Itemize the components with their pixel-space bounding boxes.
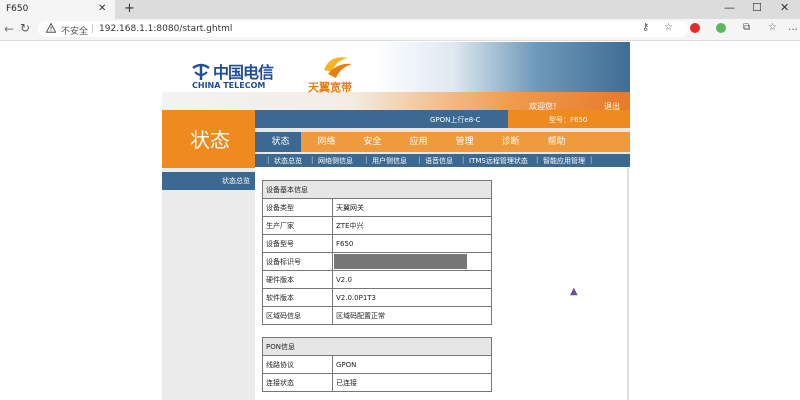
url-text[interactable]: 192.168.1.1:8080/start.ghtml — [99, 24, 232, 34]
model-line: GPON上行e8-C — [430, 116, 481, 124]
new-tab-icon[interactable]: + — [124, 1, 135, 16]
table-row: 软件版本 V2.0.0P1T3 — [262, 288, 492, 307]
row-value: 区域码配置正常 — [332, 306, 492, 325]
menu-tab-network[interactable]: 网络 — [301, 132, 352, 152]
table-row: 连接状态 已连接 — [262, 373, 492, 392]
submenu-separator: | — [536, 156, 539, 164]
maximize-icon[interactable]: ☐ — [752, 1, 762, 14]
submenu-separator: | — [590, 156, 593, 164]
menu-tail — [580, 132, 630, 152]
submenu-separator: | — [365, 156, 368, 164]
key-icon[interactable]: ⚷ — [642, 22, 649, 33]
address-separator: | — [91, 24, 95, 34]
warning-icon[interactable] — [46, 23, 56, 33]
row-value: 已连接 — [332, 373, 492, 392]
left-nav — [162, 168, 255, 400]
row-key: 软件版本 — [262, 288, 333, 307]
collections-icon[interactable]: ⧉ — [743, 22, 750, 33]
extension-green-icon[interactable] — [716, 23, 726, 33]
row-key: 硬件版本 — [262, 270, 333, 289]
table-row: 设备型号 F650 — [262, 234, 492, 253]
row-key: 设备型号 — [262, 234, 333, 253]
row-value: ZTE中兴 — [332, 216, 492, 235]
redacted-block — [334, 254, 467, 269]
submenu-user-info[interactable]: 用户侧信息 — [372, 156, 407, 166]
table-heading: 设备基本信息 — [262, 180, 492, 199]
left-nav-label: 状态总览 — [222, 177, 250, 185]
more-menu-icon[interactable]: … — [788, 22, 798, 33]
tianyi-logo-text: 天翼宽带 — [308, 81, 352, 94]
table-row: 设备类型 天翼网关 — [262, 198, 492, 217]
table-heading: PON信息 — [262, 337, 492, 356]
row-value: F650 — [332, 234, 492, 253]
row-key: 连接状态 — [262, 373, 333, 392]
device-info-table: 设备基本信息 设备类型 天翼网关 生产厂家 ZTE中兴 设备型号 F650 设备标识号… — [262, 180, 492, 325]
row-value-redacted — [332, 252, 492, 271]
window-close-icon[interactable]: ✕ — [780, 1, 789, 14]
minimize-icon[interactable]: — — [724, 1, 735, 14]
china-telecom-logo-text: 中国电信 — [213, 63, 274, 82]
submenu-separator: | — [311, 156, 314, 164]
row-value: 天翼网关 — [332, 198, 492, 217]
menu-tab-security[interactable]: 安全 — [347, 132, 398, 152]
browser-tab-bar — [0, 0, 800, 19]
row-key: 设备类型 — [262, 198, 333, 217]
row-value: V2.0.0P1T3 — [332, 288, 492, 307]
tab-close-icon[interactable]: ✕ — [98, 3, 106, 14]
row-key: 生产厂家 — [262, 216, 333, 235]
submenu-separator: | — [418, 156, 421, 164]
pon-info-table: PON信息 线路协议 GPON 连接状态 已连接 — [262, 337, 492, 392]
table-row: 生产厂家 ZTE中兴 — [262, 216, 492, 235]
favorites-icon[interactable]: ☆ — [768, 22, 777, 33]
china-telecom-logo-en: CHINA TELECOM — [192, 81, 266, 90]
submenu-separator: | — [267, 156, 270, 164]
mouse-cursor-icon: ▲ — [570, 286, 578, 297]
reload-icon[interactable]: ↻ — [20, 21, 30, 35]
page-title: 状态 — [190, 128, 230, 152]
submenu-status-overview[interactable]: 状态总览 — [274, 156, 302, 166]
submenu-voice-info[interactable]: 语音信息 — [425, 156, 453, 166]
submenu-smart-app[interactable]: 智能应用管理 — [543, 156, 585, 166]
submenu-itms-status[interactable]: ITMS远程管理状态 — [469, 156, 528, 166]
submenu-network-info[interactable]: 网络侧信息 — [318, 156, 353, 166]
insecure-label[interactable]: 不安全 — [61, 24, 88, 37]
menu-tab-application[interactable]: 应用 — [393, 132, 444, 152]
table-row: 线路协议 GPON — [262, 355, 492, 374]
favorite-star-icon[interactable]: ☆ — [664, 22, 673, 33]
model-number: 型号：F650 — [549, 116, 588, 124]
row-key: 设备标识号 — [262, 252, 333, 271]
china-telecom-logo-icon — [192, 63, 210, 80]
submenu-separator: | — [462, 156, 465, 164]
row-key: 线路协议 — [262, 355, 333, 374]
back-icon[interactable]: ← — [4, 22, 14, 36]
menu-tab-diagnosis[interactable]: 诊断 — [485, 132, 536, 152]
table-row: 硬件版本 V2.0 — [262, 270, 492, 289]
row-value: V2.0 — [332, 270, 492, 289]
menu-tab-management[interactable]: 管理 — [439, 132, 490, 152]
extension-red-icon[interactable] — [690, 23, 700, 33]
menu-tab-status[interactable]: 状态 — [255, 132, 306, 152]
table-row: 区域码信息 区域码配置正常 — [262, 306, 492, 325]
row-value: GPON — [332, 355, 492, 374]
menu-tab-help[interactable]: 帮助 — [531, 132, 582, 152]
row-key: 区域码信息 — [262, 306, 333, 325]
tianyi-logo-icon — [324, 57, 352, 78]
table-row: 设备标识号 — [262, 252, 492, 271]
tab-title: F650 — [6, 4, 29, 14]
